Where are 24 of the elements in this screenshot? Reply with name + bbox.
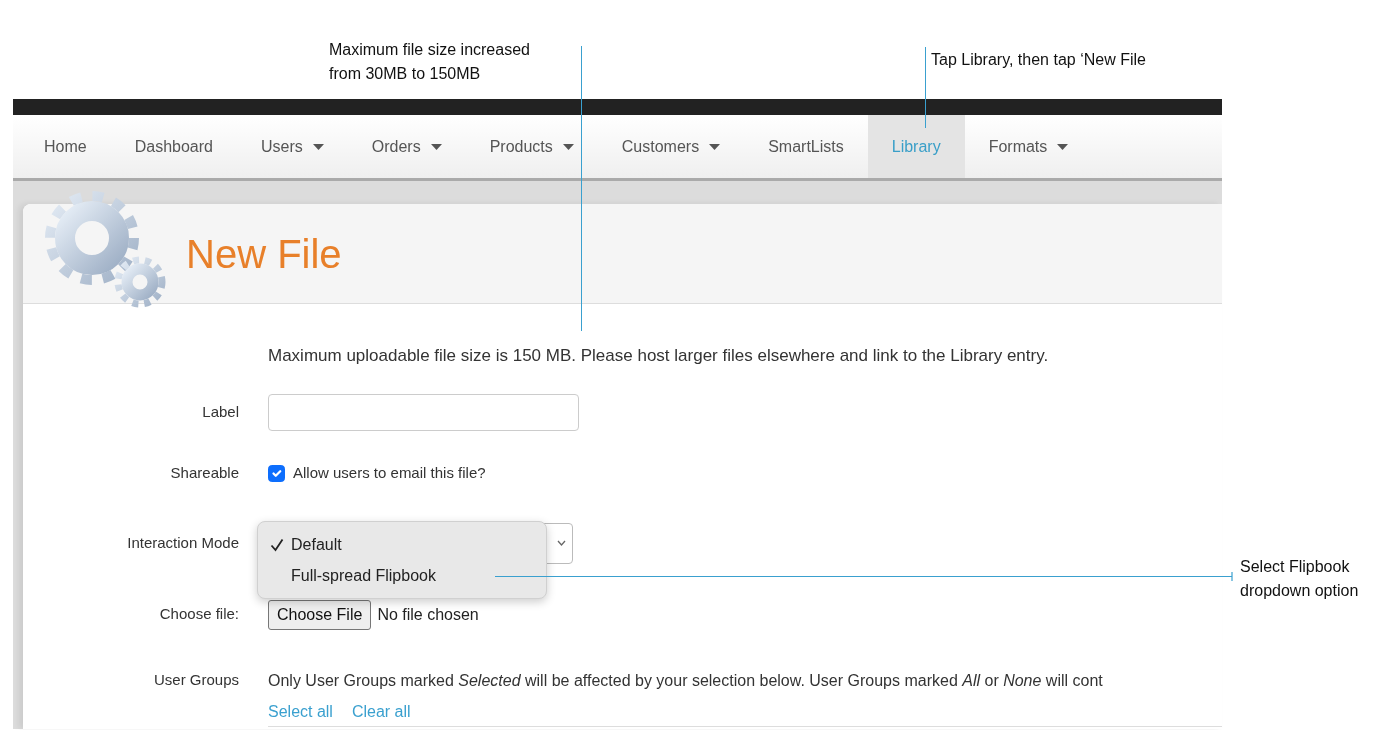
nav-tab[interactable]: Users [236,115,348,178]
field-label: User Groups [152,670,239,691]
choose-file-button[interactable]: Choose File [268,599,372,630]
nav-tab[interactable]: Dashboard [110,115,237,178]
nav-tab[interactable]: Products [465,115,598,178]
page-title: New File [186,230,342,278]
nav-tab[interactable]: Formats [964,115,1093,178]
file-status: No file chosen [377,604,479,625]
field-label: Interaction Mode [126,532,239,553]
field-label: Shareable [169,463,239,483]
help-text: Only User Groups marked Selected will be affected by your selection below. User Groups marked All or None will cont [268,670,1104,691]
nav-tab[interactable]: Customers [597,115,745,178]
dropdown-option[interactable]: Full-spread Flipbook [258,560,546,592]
annotation-text: Select Flipbook dropdown option [1240,557,1359,601]
nav-tab[interactable]: Orders [347,115,466,178]
annotation-text: Tap Library, then tap ‘New File [931,50,1146,70]
notice-text: Maximum uploadable file size is 150 MB. Please host larger files elsewhere and link to the Library entry. [268,345,1050,367]
field-label: Label [201,402,239,423]
checkbox-label: Allow users to email this file? [293,463,486,483]
annotation-text: Maximum file size increased from 30MB to 150MB [329,40,530,84]
nav-tab[interactable]: Home [20,115,111,178]
dropdown-option[interactable]: Default [258,529,546,561]
nav-tab[interactable]: SmartLists [744,115,868,178]
field-label: Choose file: [158,604,239,625]
